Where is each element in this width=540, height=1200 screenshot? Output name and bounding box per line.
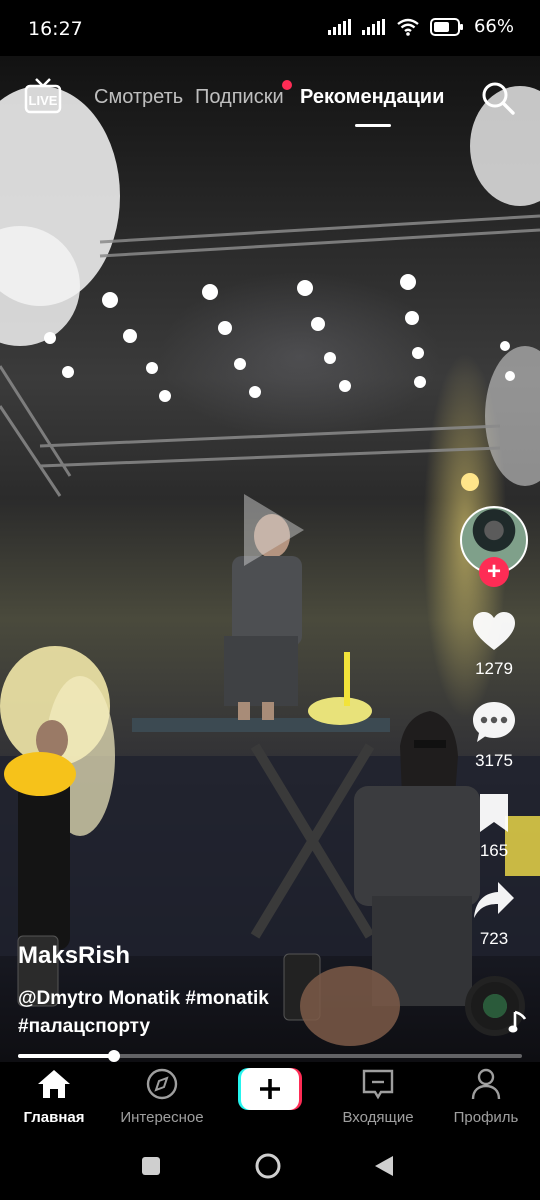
notification-dot — [282, 80, 292, 90]
follow-button[interactable]: + — [479, 557, 509, 587]
home-circle-icon[interactable] — [254, 1152, 282, 1180]
save-action[interactable]: 165 — [459, 792, 529, 861]
profile-icon — [471, 1068, 501, 1100]
battery-percent: 66% — [473, 16, 514, 37]
play-icon[interactable] — [238, 490, 308, 570]
heart-icon — [473, 612, 515, 650]
author-username[interactable]: MaksRish — [18, 942, 130, 970]
comment-count: 3175 — [475, 751, 513, 770]
share-action[interactable]: 723 — [459, 880, 529, 949]
video-progress-bar[interactable] — [18, 1050, 522, 1062]
status-time: 16:27 — [28, 18, 83, 40]
compass-icon — [146, 1068, 178, 1100]
status-bar: 16:27 66% — [0, 0, 540, 56]
nav-inbox-label: Входящие — [342, 1109, 414, 1126]
comment-action[interactable]: 3175 — [459, 700, 529, 771]
like-count: 1279 — [475, 659, 513, 678]
video-progress-fill — [18, 1054, 114, 1058]
recents-icon[interactable] — [141, 1156, 161, 1176]
nav-inbox[interactable]: Входящие — [324, 1068, 432, 1126]
save-count: 165 — [479, 841, 509, 860]
create-button[interactable] — [238, 1068, 302, 1110]
caption-line-1[interactable]: @Dmytro Monatik #monatik — [18, 988, 269, 1010]
video-progress-knob[interactable] — [107, 1050, 120, 1062]
share-icon — [474, 882, 514, 918]
system-navigation-bar — [0, 1128, 540, 1200]
top-navigation: LIVE Смотреть Подписки Рекомендации — [0, 56, 540, 136]
battery-icon — [429, 17, 463, 36]
wifi-icon — [397, 18, 419, 36]
back-icon[interactable] — [373, 1154, 395, 1178]
search-icon[interactable] — [480, 80, 516, 116]
share-count: 723 — [479, 929, 509, 948]
svg-text:LIVE: LIVE — [29, 93, 58, 108]
nav-profile[interactable]: Профиль — [432, 1068, 540, 1126]
nav-profile-label: Профиль — [453, 1109, 519, 1126]
bottom-navigation: Главная Интересное Входящие Профиль — [0, 1062, 540, 1128]
nav-discover[interactable]: Интересное — [108, 1068, 216, 1126]
live-icon[interactable]: LIVE — [24, 78, 62, 114]
inbox-icon — [362, 1069, 394, 1100]
nav-discover-label: Интересное — [120, 1109, 204, 1126]
comment-icon — [473, 702, 515, 742]
like-action[interactable]: 1279 — [459, 610, 529, 679]
active-tab-indicator — [355, 124, 391, 127]
caption-line-2[interactable]: #палацспорту — [18, 1016, 150, 1038]
signal-icon — [327, 18, 351, 35]
tab-watch[interactable]: Смотреть — [94, 86, 183, 109]
nav-home-label: Главная — [23, 1109, 85, 1126]
music-note-icon — [508, 1010, 527, 1033]
home-icon — [38, 1070, 70, 1098]
nav-home[interactable]: Главная — [0, 1068, 108, 1126]
signal-icon — [361, 18, 385, 35]
tab-following[interactable]: Подписки — [195, 86, 284, 109]
status-icons: 66% — [327, 16, 514, 37]
bookmark-icon — [480, 794, 508, 832]
tab-for-you[interactable]: Рекомендации — [300, 86, 444, 109]
